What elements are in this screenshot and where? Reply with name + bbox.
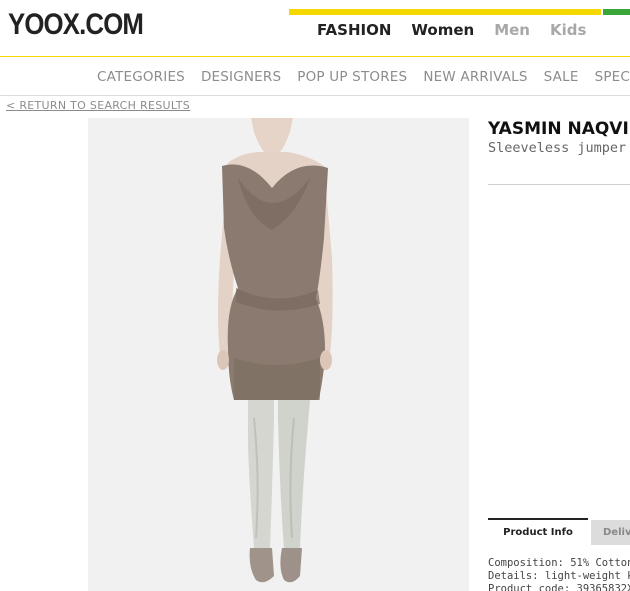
subnav-special[interactable]: SPECIAL I (595, 69, 630, 85)
nav-men[interactable]: Men (494, 21, 530, 39)
detail-product-code: Product code: 39365832XC (488, 583, 630, 591)
subnav-new-arrivals[interactable]: NEW ARRIVALS (423, 69, 527, 85)
detail-value: 51% Cotton, 4 (570, 557, 630, 569)
product-tabs: Product Info Deliv (488, 518, 630, 545)
product-image[interactable] (88, 118, 469, 591)
subnav-designers[interactable]: DESIGNERS (201, 69, 281, 85)
subnav-sale[interactable]: SALE (544, 69, 579, 85)
product-details: Composition: 51% Cotton, 4 Details: ligh… (488, 557, 630, 591)
detail-value: 39365832XC (576, 583, 630, 591)
subnav-pop-up-stores[interactable]: POP UP STORES (297, 69, 407, 85)
subnav-categories[interactable]: CATEGORIES (97, 69, 185, 85)
info-divider (488, 184, 630, 185)
detail-composition: Composition: 51% Cotton, 4 (488, 557, 630, 570)
nav-women[interactable]: Women (411, 21, 474, 39)
model-illustration (217, 118, 333, 583)
yoox-logo[interactable]: YOOX.COM (8, 8, 144, 42)
return-to-search-link[interactable]: < RETURN TO SEARCH RESULTS (6, 99, 190, 112)
header-divider (0, 56, 630, 57)
subnav-divider (0, 95, 630, 96)
accent-bar-yellow (289, 9, 601, 15)
tab-delivery[interactable]: Deliv (591, 520, 630, 545)
detail-label: Composition: (488, 557, 564, 569)
product-name: Sleeveless jumper (488, 140, 627, 156)
accent-bar-green (603, 9, 630, 15)
tab-product-info[interactable]: Product Info (488, 518, 588, 545)
nav-kids[interactable]: Kids (550, 21, 586, 39)
detail-value: light-weight knit (544, 570, 630, 582)
nav-fashion[interactable]: FASHION (317, 21, 391, 39)
detail-label: Product code: (488, 583, 571, 591)
sub-nav: CATEGORIES DESIGNERS POP UP STORES NEW A… (97, 69, 630, 85)
main-nav: FASHION Women Men Kids (317, 21, 586, 39)
detail-details: Details: light-weight knit (488, 570, 630, 583)
product-brand[interactable]: YASMIN NAQVI (488, 119, 629, 139)
detail-label: Details: (488, 570, 539, 582)
